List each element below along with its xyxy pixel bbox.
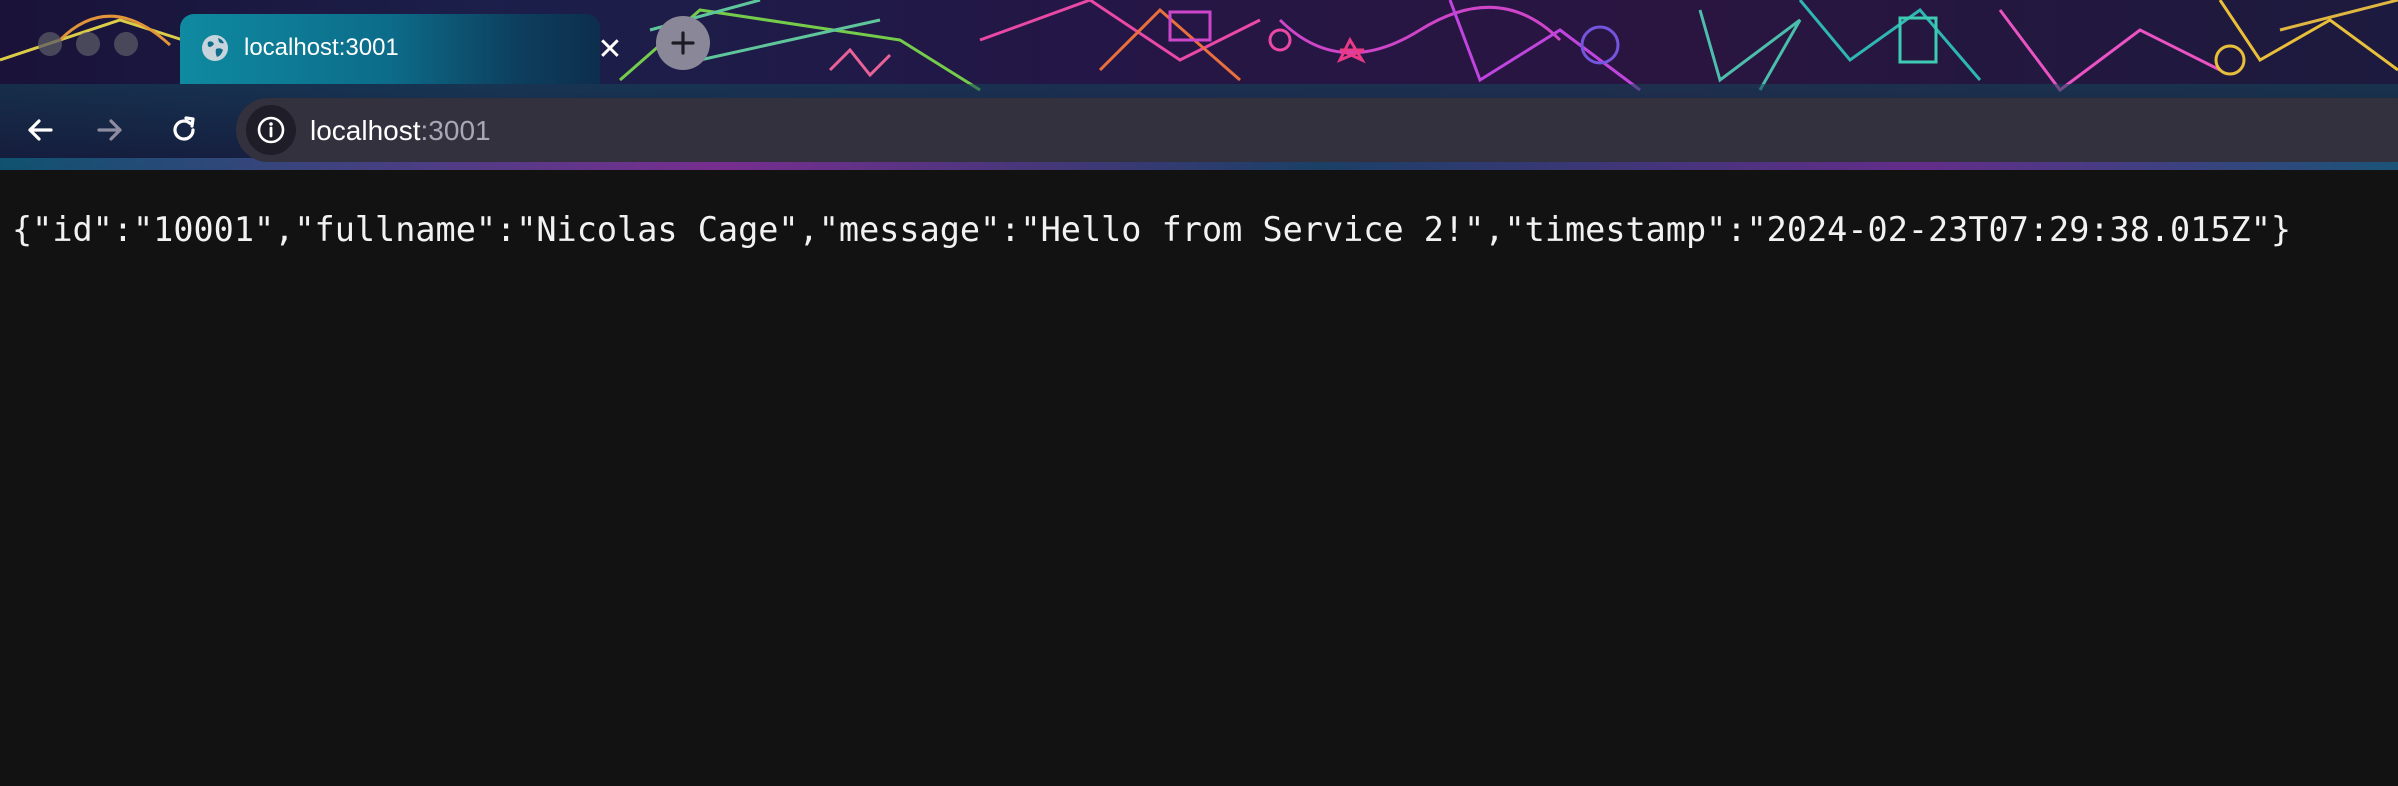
json-response-text: {"id":"10001","fullname":"Nicolas Cage",… (12, 210, 2292, 249)
globe-icon (202, 35, 228, 61)
reload-button[interactable] (158, 104, 210, 156)
url-port: :3001 (420, 115, 491, 146)
forward-button[interactable] (84, 104, 136, 156)
browser-chrome: localhost:3001 ✕ localhost:3001 (0, 0, 2398, 170)
url-text[interactable]: localhost:3001 (310, 115, 491, 147)
window-zoom-button[interactable] (114, 32, 138, 56)
tab-close-button[interactable]: ✕ (590, 30, 630, 70)
tab-localhost[interactable]: localhost:3001 ✕ (180, 14, 623, 84)
browser-toolbar: localhost:3001 (0, 90, 2398, 166)
url-host: localhost (310, 115, 421, 146)
address-bar[interactable]: localhost:3001 (236, 98, 2398, 162)
site-info-button[interactable] (246, 105, 296, 155)
arrow-left-icon (28, 119, 53, 141)
browser-window: localhost:3001 ✕ localhost:3001 {"id":"1… (0, 0, 2398, 786)
arrow-right-icon (97, 119, 122, 141)
info-icon (257, 116, 285, 144)
page-content: {"id":"10001","fullname":"Nicolas Cage",… (0, 170, 2398, 786)
plus-icon (671, 31, 695, 55)
reload-icon (173, 116, 195, 141)
window-minimize-button[interactable] (76, 32, 100, 56)
back-button[interactable] (14, 104, 66, 156)
tab-title: localhost:3001 (244, 34, 399, 61)
new-tab-button[interactable] (656, 16, 710, 70)
window-close-button[interactable] (38, 32, 62, 56)
